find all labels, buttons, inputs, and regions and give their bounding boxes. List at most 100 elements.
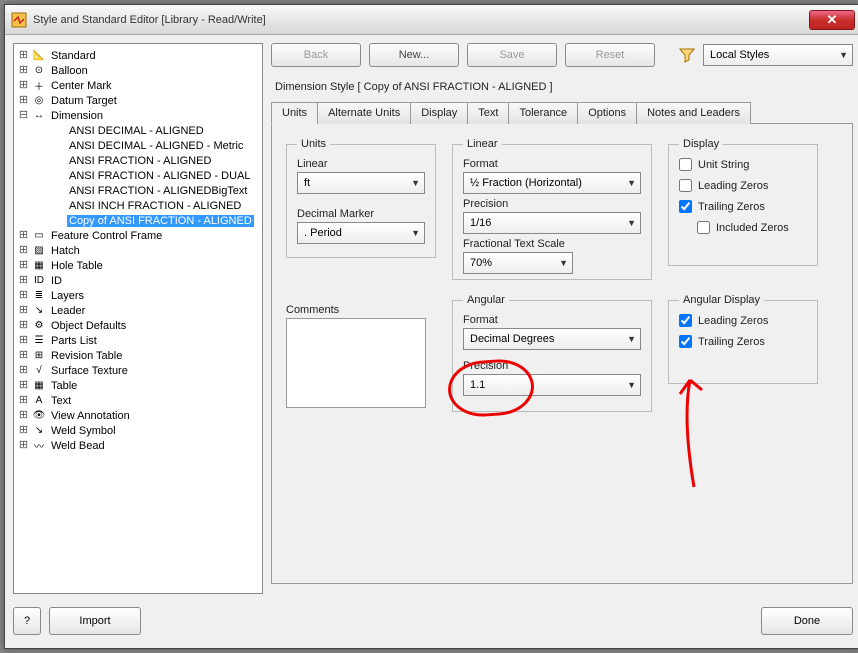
angular-precision-combo[interactable]: 1.1▼: [463, 374, 641, 396]
dt-icon: ◎: [31, 94, 47, 108]
angular-leading-check[interactable]: Leading Zeros: [679, 314, 807, 327]
new-button[interactable]: New...: [369, 43, 459, 67]
wb-icon: 〰: [31, 439, 47, 453]
linear-label: Linear: [297, 158, 425, 170]
display-legend: Display: [679, 138, 723, 150]
tree-item[interactable]: ANSI FRACTION - ALIGNEDBigText: [16, 183, 260, 198]
decimal-marker-label: Decimal Marker: [297, 208, 425, 220]
angular-legend: Angular: [463, 294, 509, 306]
tab-tolerance[interactable]: Tolerance: [508, 102, 578, 124]
tree-item[interactable]: ⊟↔Dimension: [16, 108, 260, 123]
linear-legend: Linear: [463, 138, 502, 150]
angular-display-group: Angular Display Leading Zeros Trailing Z…: [668, 294, 818, 384]
tree-item[interactable]: ⊞▦Hole Table: [16, 258, 260, 273]
tree-item[interactable]: ANSI FRACTION - ALIGNED - DUAL: [16, 168, 260, 183]
st-icon: √: [31, 364, 47, 378]
save-button[interactable]: Save: [467, 43, 557, 67]
tree-item[interactable]: ⊞◎Datum Target: [16, 93, 260, 108]
tree-item[interactable]: ⊞📐Standard: [16, 48, 260, 63]
tab-display[interactable]: Display: [410, 102, 468, 124]
tab-alternate-units[interactable]: Alternate Units: [317, 102, 411, 124]
tree-item[interactable]: ⊞AText: [16, 393, 260, 408]
cm-icon: ＋: [31, 79, 47, 93]
tree-item[interactable]: ANSI INCH FRACTION - ALIGNED: [16, 198, 260, 213]
style-heading: Dimension Style [ Copy of ANSI FRACTION …: [275, 81, 853, 93]
linear-group: Linear Format ½ Fraction (Horizontal)▼ P…: [452, 138, 652, 280]
tab-notes-and-leaders[interactable]: Notes and Leaders: [636, 102, 751, 124]
tree-item[interactable]: ⊞▨Hatch: [16, 243, 260, 258]
unit-string-check[interactable]: Unit String: [679, 158, 807, 171]
close-button[interactable]: ✕: [809, 10, 855, 30]
comments-textarea[interactable]: [286, 318, 426, 408]
help-button[interactable]: ?: [13, 607, 41, 635]
tree-item[interactable]: ⊞👁View Annotation: [16, 408, 260, 423]
ht-icon: ▦: [31, 259, 47, 273]
comments-label: Comments: [286, 304, 426, 316]
tree-item[interactable]: ⊞☰Parts List: [16, 333, 260, 348]
trailing-zeros-check[interactable]: Trailing Zeros: [679, 200, 807, 213]
fractional-scale-label: Fractional Text Scale: [463, 238, 641, 250]
tree-item[interactable]: ⊞↘Leader: [16, 303, 260, 318]
reset-button[interactable]: Reset: [565, 43, 655, 67]
tree-item[interactable]: ⊞＋Center Mark: [16, 78, 260, 93]
comments-group: Comments: [286, 304, 426, 411]
tree-item[interactable]: ⊞√Surface Texture: [16, 363, 260, 378]
angular-precision-label: Precision: [463, 360, 641, 372]
va-icon: 👁: [31, 409, 47, 423]
decimal-marker-combo[interactable]: . Period▼: [297, 222, 425, 244]
style-tree[interactable]: ⊞📐Standard⊞⊙Balloon⊞＋Center Mark⊞◎Datum …: [13, 43, 263, 594]
tab-options[interactable]: Options: [577, 102, 637, 124]
id-icon: ID: [31, 274, 47, 288]
filter-icon[interactable]: [679, 47, 695, 63]
tx-icon: A: [31, 394, 47, 408]
tb-icon: ▦: [31, 379, 47, 393]
angular-format-combo[interactable]: Decimal Degrees▼: [463, 328, 641, 350]
tree-item[interactable]: ⊞↘Weld Symbol: [16, 423, 260, 438]
fractional-scale-combo[interactable]: 70%▼: [463, 252, 573, 274]
tree-item[interactable]: ⊞⊙Balloon: [16, 63, 260, 78]
tab-bar: UnitsAlternate UnitsDisplayTextTolerance…: [271, 101, 853, 124]
tab-units[interactable]: Units: [271, 102, 318, 124]
linear-precision-label: Precision: [463, 198, 641, 210]
ws-icon: ↘: [31, 424, 47, 438]
tree-item[interactable]: Copy of ANSI FRACTION - ALIGNED: [16, 213, 260, 228]
tree-item[interactable]: ⊞⚙Object Defaults: [16, 318, 260, 333]
linear-precision-combo[interactable]: 1/16▼: [463, 212, 641, 234]
linear-format-combo[interactable]: ½ Fraction (Horizontal)▼: [463, 172, 641, 194]
included-zeros-check[interactable]: Included Zeros: [697, 221, 807, 234]
dim-icon: ↔: [31, 109, 47, 123]
app-icon: [11, 12, 27, 28]
pl-icon: ☰: [31, 334, 47, 348]
tree-item[interactable]: ⊞▭Feature Control Frame: [16, 228, 260, 243]
tree-item[interactable]: ⊞IDID: [16, 273, 260, 288]
import-button[interactable]: Import: [49, 607, 141, 635]
std-icon: 📐: [31, 49, 47, 63]
angular-trailing-check[interactable]: Trailing Zeros: [679, 335, 807, 348]
tab-text[interactable]: Text: [467, 102, 509, 124]
tree-item[interactable]: ⊞⊞Revision Table: [16, 348, 260, 363]
filter-value: Local Styles: [710, 49, 769, 61]
tree-item[interactable]: ⊞〰Weld Bead: [16, 438, 260, 453]
units-legend: Units: [297, 138, 330, 150]
titlebar: Style and Standard Editor [Library - Rea…: [5, 5, 858, 35]
back-button[interactable]: Back: [271, 43, 361, 67]
tree-item[interactable]: ANSI DECIMAL - ALIGNED: [16, 123, 260, 138]
filter-combo[interactable]: Local Styles ▼: [703, 44, 853, 66]
tree-item[interactable]: ANSI FRACTION - ALIGNED: [16, 153, 260, 168]
tree-item[interactable]: ⊞▦Table: [16, 378, 260, 393]
linear-units-combo[interactable]: ft▼: [297, 172, 425, 194]
fcf-icon: ▭: [31, 229, 47, 243]
angular-format-label: Format: [463, 314, 641, 326]
tree-item[interactable]: ANSI DECIMAL - ALIGNED - Metric: [16, 138, 260, 153]
display-group: Display Unit String Leading Zeros Traili…: [668, 138, 818, 266]
tree-item[interactable]: ⊞≣Layers: [16, 288, 260, 303]
rt-icon: ⊞: [31, 349, 47, 363]
angular-display-legend: Angular Display: [679, 294, 764, 306]
lay-icon: ≣: [31, 289, 47, 303]
tab-body-units: Units Linear ft▼ Decimal Marker . Period…: [271, 124, 853, 584]
done-button[interactable]: Done: [761, 607, 853, 635]
hat-icon: ▨: [31, 244, 47, 258]
bal-icon: ⊙: [31, 64, 47, 78]
leading-zeros-check[interactable]: Leading Zeros: [679, 179, 807, 192]
chevron-down-icon: ▼: [839, 50, 848, 60]
